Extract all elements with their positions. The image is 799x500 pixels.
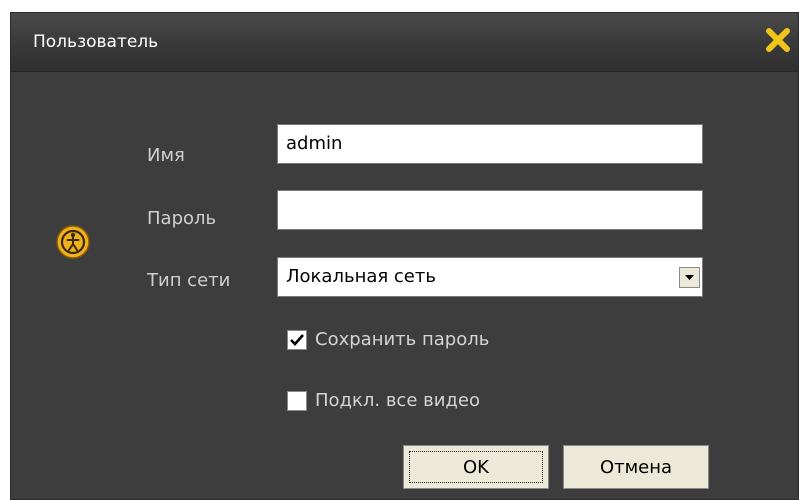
user-icon <box>55 224 91 260</box>
title-bar[interactable]: Пользователь <box>11 13 798 72</box>
chevron-down-icon <box>685 275 694 280</box>
save-password-checkbox[interactable] <box>287 330 307 350</box>
cancel-button[interactable]: Отмена <box>563 445 709 489</box>
cancel-label: Отмена <box>599 456 673 478</box>
password-label: Пароль <box>147 208 217 229</box>
dropdown-button[interactable] <box>679 267 700 288</box>
save-password-label: Сохранить пароль <box>315 329 490 350</box>
username-value: admin <box>286 133 343 154</box>
dialog-body: Имя admin Пароль Тип сети Локальная сеть… <box>11 72 798 499</box>
checkmark-icon <box>290 334 304 346</box>
password-field[interactable] <box>277 190 703 230</box>
network-type-value: Локальная сеть <box>286 266 436 287</box>
username-field[interactable]: admin <box>277 124 703 164</box>
network-type-select[interactable]: Локальная сеть <box>277 257 703 297</box>
window-title: Пользователь <box>33 32 159 52</box>
close-button[interactable] <box>764 26 792 54</box>
connect-all-video-label: Подкл. все видео <box>315 390 480 411</box>
close-icon <box>766 28 790 52</box>
connect-all-video-checkbox[interactable] <box>287 391 307 411</box>
ok-button[interactable]: OK <box>403 445 549 489</box>
username-label: Имя <box>147 145 185 166</box>
user-dialog: Пользователь Имя admin Пароль Тип сети Л… <box>10 12 799 500</box>
network-type-label: Тип сети <box>147 270 231 291</box>
focus-rect <box>409 451 543 483</box>
